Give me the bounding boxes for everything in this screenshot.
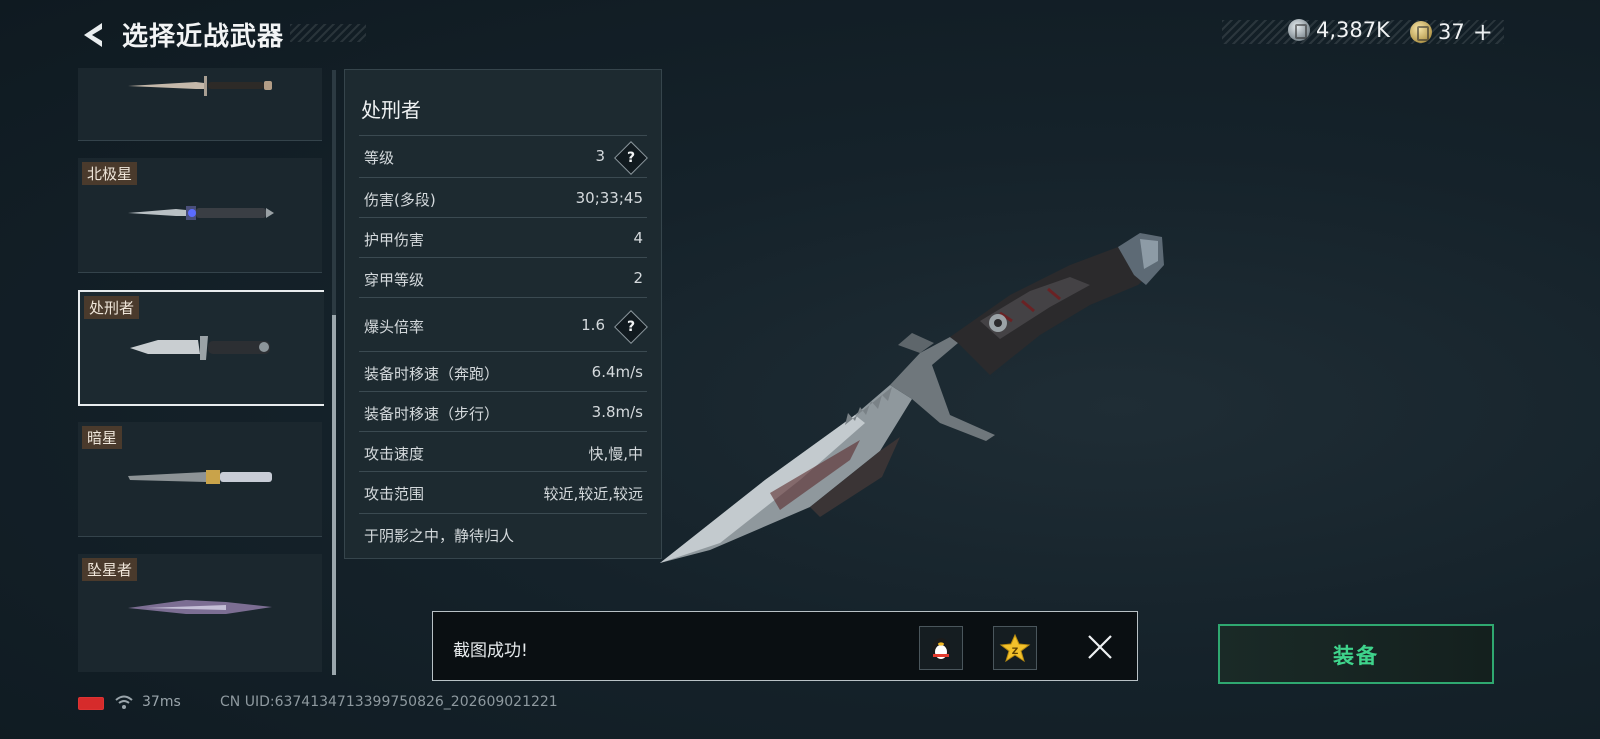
screenshot-toast: 截图成功! Z — [432, 611, 1138, 681]
stat-value: 4 — [633, 229, 643, 247]
weapon-list: 北极星 处刑者 暗星 坠星者 — [78, 68, 324, 672]
stat-row-attack-speed: 攻击速度 快,慢,中 — [359, 431, 647, 472]
stat-value: 1.6 — [581, 316, 605, 334]
ping-value: 37ms — [142, 694, 181, 710]
silver-amount: 4,387K — [1316, 18, 1390, 42]
star-icon: Z — [999, 633, 1031, 663]
weapon-item-starfaller[interactable]: 坠星者 — [78, 554, 322, 672]
scrollbar-thumb[interactable] — [332, 315, 336, 675]
stat-row-headshot: 爆头倍率 1.6 ? — [359, 297, 648, 352]
stat-value: 较近,较近,较远 — [543, 485, 643, 503]
equip-button[interactable]: 装备 — [1218, 624, 1494, 684]
back-arrow-icon[interactable] — [76, 18, 110, 52]
svg-text:Z: Z — [1012, 647, 1019, 657]
weapon-description-row: 于阴影之中，静待归人 — [359, 513, 647, 554]
stat-row-level: 等级 3 ? — [359, 135, 648, 176]
stat-value: 30;33;45 — [575, 189, 643, 207]
add-currency-button[interactable]: + — [1473, 18, 1493, 46]
help-icon[interactable]: ? — [614, 141, 648, 175]
page-title: 选择近战武器 — [122, 22, 285, 52]
silver-coin-icon — [1288, 19, 1310, 41]
weapon-item-polaris[interactable]: 北极星 — [78, 158, 322, 273]
stat-label: 装备时移速（奔跑） — [364, 365, 500, 383]
weapon-name: 处刑者 — [84, 296, 140, 319]
gold-coin-icon — [1410, 21, 1432, 43]
share-qzone-button[interactable]: Z — [993, 626, 1037, 670]
stat-value: 3.8m/s — [591, 403, 643, 421]
stat-value: 6.4m/s — [591, 363, 643, 381]
darkstar-knife-icon — [128, 470, 272, 484]
stat-row-penetration: 穿甲等级 2 — [359, 257, 647, 298]
close-icon[interactable] — [1085, 632, 1115, 662]
dagger-icon — [128, 76, 272, 96]
weapon-item-top[interactable] — [78, 68, 322, 141]
weapon-description: 于阴影之中，静待归人 — [364, 527, 515, 545]
executioner-knife-artwork — [660, 233, 1164, 563]
stat-label: 装备时移速（步行） — [364, 405, 500, 423]
user-uid: CN UID:6374134713399750826_202609021221 — [220, 694, 558, 710]
stat-row-run-speed: 装备时移速（奔跑） 6.4m/s — [359, 351, 647, 392]
penguin-icon — [932, 638, 950, 660]
polaris-knife-icon — [128, 206, 274, 220]
equip-label: 装备 — [1333, 644, 1379, 668]
silver-currency: 4,387K — [1288, 18, 1390, 42]
wifi-icon — [115, 695, 133, 709]
weapon-detail-panel: 处刑者 等级 3 ? 伤害(多段) 30;33;45 护甲伤害 4 穿甲等级 2… — [344, 69, 662, 559]
stat-label: 护甲伤害 — [364, 231, 425, 249]
help-icon[interactable]: ? — [614, 310, 648, 344]
stat-label: 攻击速度 — [364, 445, 425, 463]
starfaller-knife-icon — [128, 600, 272, 614]
weapon-item-darkstar[interactable]: 暗星 — [78, 422, 322, 537]
gold-currency: 37 + — [1410, 18, 1493, 46]
stat-label: 攻击范围 — [364, 485, 425, 503]
stat-label: 爆头倍率 — [364, 318, 425, 336]
stat-value: 3 — [595, 147, 605, 165]
toast-message: 截图成功! — [453, 641, 528, 661]
stat-row-attack-range: 攻击范围 较近,较近,较远 — [359, 471, 647, 512]
stat-row-armor-damage: 护甲伤害 4 — [359, 217, 647, 258]
stat-row-walk-speed: 装备时移速（步行） 3.8m/s — [359, 391, 647, 432]
share-qq-button[interactable] — [919, 626, 963, 670]
stat-label: 穿甲等级 — [364, 271, 425, 289]
title-decoration — [290, 24, 366, 42]
weapon-item-executioner[interactable]: 处刑者 — [78, 290, 324, 406]
battery-icon — [78, 697, 104, 710]
stat-label: 等级 — [364, 149, 395, 167]
weapon-name: 北极星 — [82, 162, 138, 185]
stat-value: 快,慢,中 — [588, 445, 643, 463]
stat-label: 伤害(多段) — [364, 191, 436, 209]
stat-row-damage: 伤害(多段) 30;33;45 — [359, 177, 647, 218]
executioner-knife-icon — [130, 336, 270, 360]
stat-value: 2 — [633, 269, 643, 287]
weapon-name: 暗星 — [82, 426, 123, 449]
weapon-detail-title: 处刑者 — [361, 98, 421, 122]
weapon-name: 坠星者 — [82, 558, 138, 581]
gold-amount: 37 — [1438, 20, 1465, 44]
